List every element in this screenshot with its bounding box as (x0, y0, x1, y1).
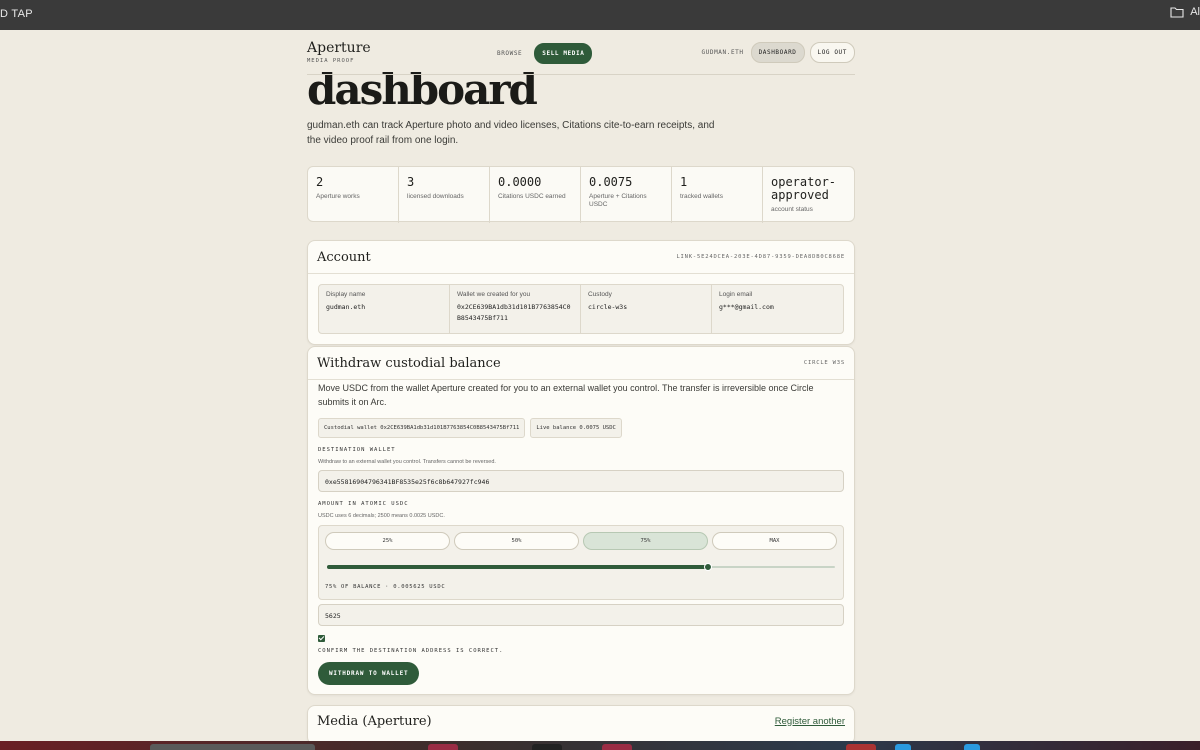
media-card-header: Media (Aperture) Register another (308, 706, 854, 736)
dock-app-icon[interactable] (428, 744, 458, 750)
os-top-right[interactable]: Al (1170, 6, 1200, 18)
stat-citations-earned: 0.0000 Citations USDC earned (490, 167, 581, 223)
stat-value: 2 (316, 175, 324, 189)
stats-grid: 2 Aperture works 3 licensed downloads 0.… (307, 166, 855, 223)
stat-label: tracked wallets (680, 193, 723, 200)
percentage-selector: 25% 50% 75% MAX 75% OF BALANCE · 0.00562… (318, 525, 844, 600)
slider-thumb[interactable] (704, 563, 712, 571)
amount-help: USDC uses 6 decimals; 2500 means 0.0025 … (318, 513, 445, 519)
media-title: Media (Aperture) (317, 713, 432, 729)
stat-label: account status (771, 206, 813, 213)
account-title: Account (317, 249, 371, 265)
stat-value: 1 (680, 175, 688, 189)
account-wallet: Wallet we created for you 0x2CE639BA1db3… (450, 285, 581, 333)
stat-total-usdc: 0.0075 Aperture + Citations USDC (581, 167, 672, 223)
account-display-name: Display name gudman.eth (319, 285, 450, 333)
stat-label: Aperture + Citations USDC (589, 193, 647, 208)
os-dock (0, 741, 1200, 750)
pct-75-button[interactable]: 75% (583, 532, 708, 550)
logout-button[interactable]: LOG OUT (809, 42, 855, 63)
stat-value: 0.0000 (498, 175, 542, 189)
stat-value: 0.0075 (589, 175, 633, 189)
os-top-bar: D TAP Al (0, 0, 1200, 30)
custodial-wallet-chip: Custodial wallet 0x2CE639BA1db31d101B776… (318, 418, 526, 438)
main-nav: BROWSE SELL MEDIA (495, 43, 593, 64)
stat-aperture-works: 2 Aperture works (308, 167, 399, 223)
withdraw-title: Withdraw custodial balance (317, 355, 501, 371)
field-value: circle-w3s (588, 303, 628, 311)
pct-50-button[interactable]: 50% (454, 532, 579, 550)
dashboard-button[interactable]: DASHBOARD (750, 42, 805, 63)
stat-tracked-wallets: 1 tracked wallets (672, 167, 763, 223)
destination-label: DESTINATION WALLET (318, 447, 396, 453)
stat-label: Citations USDC earned (498, 193, 566, 200)
brand-name: Aperture (307, 40, 371, 56)
user-nav: GUDMAN.ETH DASHBOARD LOG OUT (699, 42, 855, 63)
page-intro: gudman.eth can track Aperture photo and … (307, 120, 715, 146)
page: Aperture MEDIA PROOF BROWSE SELL MEDIA G… (307, 30, 855, 745)
pct-max-button[interactable]: MAX (712, 532, 837, 550)
account-link-id: LINK-5E24DCEA-203E-4D87-9359-DEA8DB0C868… (676, 254, 845, 260)
stat-licensed-downloads: 3 licensed downloads (399, 167, 490, 223)
field-value: 0x2CE639BA1db31d101B7763854C0B8543475Bf7… (457, 303, 571, 322)
confirm-label: CONFIRM THE DESTINATION ADDRESS IS CORRE… (318, 648, 504, 654)
account-card-header: Account LINK-5E24DCEA-203E-4D87-9359-DEA… (308, 241, 854, 274)
account-details: Display name gudman.eth Wallet we create… (318, 284, 844, 334)
withdraw-body: Move USDC from the wallet Aperture creat… (308, 382, 854, 685)
withdraw-button[interactable]: WITHDRAW TO WALLET (318, 662, 420, 685)
confirm-checkbox[interactable] (318, 635, 325, 642)
user-name-link[interactable]: GUDMAN.ETH (699, 49, 745, 56)
field-label: Display name (326, 291, 366, 298)
stat-value: operator-approved (771, 175, 837, 202)
percentage-buttons: 25% 50% 75% MAX (325, 532, 837, 550)
dock-app-icon[interactable] (150, 744, 315, 750)
destination-help: Withdraw to an external wallet you contr… (318, 459, 496, 465)
field-label: Login email (719, 291, 753, 298)
account-custody: Custody circle-w3s (581, 285, 712, 333)
wallet-chips: Custodial wallet 0x2CE639BA1db31d101B776… (318, 418, 844, 438)
dock-app-icon[interactable] (602, 744, 632, 750)
brand-subtitle: MEDIA PROOF (307, 58, 355, 64)
stat-label: Aperture works (316, 193, 360, 200)
percentage-caption: 75% OF BALANCE · 0.005625 USDC (325, 584, 446, 590)
stat-value: 3 (407, 175, 415, 189)
withdraw-description: Move USDC from the wallet Aperture creat… (318, 383, 814, 407)
site-header: Aperture MEDIA PROOF BROWSE SELL MEDIA G… (307, 30, 855, 75)
withdraw-tag: CIRCLE W3S (803, 360, 845, 366)
account-card: Account LINK-5E24DCEA-203E-4D87-9359-DEA… (307, 240, 855, 345)
field-value: g***@gmail.com (719, 303, 774, 311)
os-top-left-label: D TAP (0, 8, 33, 20)
withdraw-card: Withdraw custodial balance CIRCLE W3S Mo… (307, 346, 855, 695)
register-another-link[interactable]: Register another (775, 716, 845, 727)
stat-label: licensed downloads (407, 193, 464, 200)
brand[interactable]: Aperture MEDIA PROOF (307, 40, 371, 64)
dock-app-icon[interactable] (895, 744, 911, 750)
destination-wallet-input[interactable]: 0xe55816904796341BF8535e25f6c8b647927fc9… (318, 470, 844, 492)
stat-account-status: operator-approved account status (763, 167, 854, 223)
folder-icon (1170, 7, 1184, 18)
live-balance-chip: Live balance 0.0075 USDC (530, 418, 622, 438)
field-label: Custody (588, 291, 612, 298)
nav-browse[interactable]: BROWSE (495, 50, 524, 57)
slider-fill (327, 565, 708, 569)
amount-label: AMOUNT IN ATOMIC USDC (318, 501, 409, 507)
withdraw-card-header: Withdraw custodial balance CIRCLE W3S (308, 347, 854, 380)
amount-input[interactable]: 5625 (318, 604, 844, 626)
field-value: gudman.eth (326, 303, 366, 311)
dock-app-icon[interactable] (964, 744, 980, 750)
pct-25-button[interactable]: 25% (325, 532, 450, 550)
account-login-email: Login email g***@gmail.com (712, 285, 843, 333)
nav-sell-media-button[interactable]: SELL MEDIA (534, 43, 593, 64)
amount-slider[interactable] (325, 562, 837, 572)
os-top-right-label: Al (1190, 6, 1200, 18)
dock-app-icon[interactable] (846, 744, 876, 750)
dock-app-icon[interactable] (532, 744, 562, 750)
media-card: Media (Aperture) Register another (307, 705, 855, 745)
field-label: Wallet we created for you (457, 291, 531, 298)
